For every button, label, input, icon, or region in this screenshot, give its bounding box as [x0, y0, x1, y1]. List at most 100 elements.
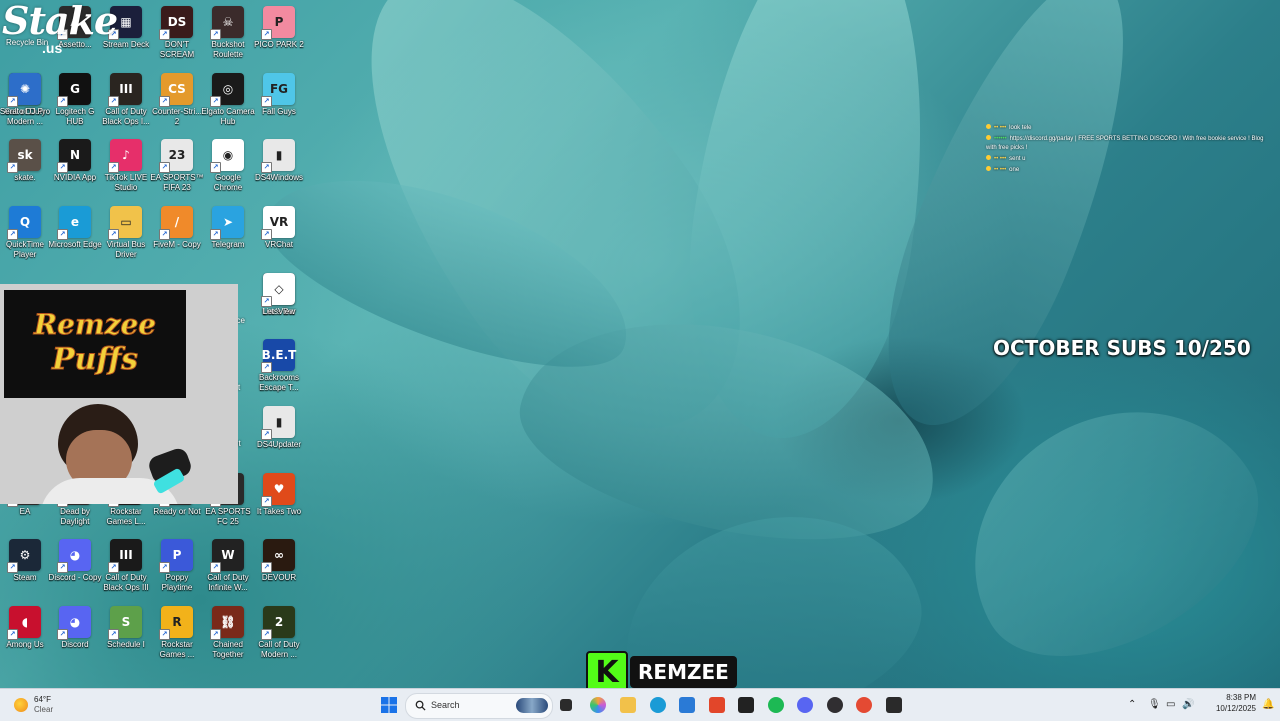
desktop-icon-call-of-duty-modern[interactable]: 2↗Call of Duty Modern ... — [254, 600, 304, 666]
desktop-icon-don-t-scream[interactable]: DS ↗ DON'T SCREAM — [152, 0, 202, 66]
chat-username: •• ••• — [994, 125, 1007, 131]
taskbar-search-box[interactable]: Search — [405, 693, 553, 719]
epic-games-icon[interactable] — [885, 697, 902, 713]
shortcut-arrow-icon: ↗ — [7, 629, 18, 640]
desktop-icon-backrooms-escape-t[interactable]: B.E.T ↗ Backrooms Escape T... — [254, 333, 304, 399]
task-view-icon[interactable] — [560, 699, 572, 711]
banner-line-2: Puffs — [51, 342, 139, 378]
desktop-icon-label: DON'T SCREAM — [159, 40, 195, 59]
clock[interactable]: 8:38 PM 10/12/2025 — [1200, 692, 1256, 714]
network-icon[interactable]: ▭ — [1166, 699, 1175, 710]
store-icon[interactable] — [679, 697, 695, 713]
weather-icon — [14, 698, 28, 712]
desktop-icon-label: EA — [19, 507, 31, 516]
clock-time: 8:38 PM — [1226, 693, 1256, 702]
copilot-icon[interactable] — [590, 697, 606, 713]
search-placeholder: Search — [431, 700, 460, 710]
chat-badge-icon — [986, 155, 991, 160]
desktop-icon-label: Call of Duty Black Ops III — [103, 573, 149, 592]
microphone-tray-icon[interactable]: 🎙 — [1148, 699, 1161, 710]
desktop-icon-schedule-i[interactable]: S ↗ Schedule I — [101, 600, 151, 666]
desktop-icon-quicktime-player[interactable]: Q ↗ QuickTime Player — [0, 200, 50, 266]
desktop-icon-tiktok-live-studio[interactable]: ♪ ↗ TikTok LIVE Studio — [101, 133, 151, 199]
desktop-icon-microsoft-edge[interactable]: e ↗ Microsoft Edge — [48, 200, 102, 266]
desktop-icon-counter-stri-2[interactable]: CS ↗ Counter-Stri... 2 — [152, 67, 202, 133]
desktop-icon-telegram[interactable]: ➤ ↗ Telegram — [203, 200, 253, 266]
desktop-icon-label: DEVOUR — [261, 573, 297, 582]
desktop-icon-ds4updater[interactable]: ▮ ↗ DS4Updater — [254, 400, 304, 466]
desktop-icon-pico-park-2[interactable]: P ↗ PICO PARK 2 — [254, 0, 304, 66]
desktop-icon-label: Virtual Bus Driver — [106, 240, 146, 259]
desktop-icon-buckshot-roulette[interactable]: ☠ ↗ Buckshot Roulette — [203, 0, 253, 66]
weather-widget[interactable]: 64°F Clear — [10, 692, 70, 718]
desktop-icon-poppy-playtime[interactable]: P ↗ Poppy Playtime — [152, 533, 202, 599]
app-icon: S ↗ — [108, 606, 142, 640]
spotify-icon[interactable] — [767, 697, 784, 713]
file-explorer-icon[interactable] — [620, 697, 636, 713]
recycle-bin-label[interactable]: Recycle Bin — [6, 38, 48, 47]
desktop-icon-label: LetsView — [262, 307, 296, 316]
desktop-icon-chained-together[interactable]: ⛓ ↗ Chained Together — [203, 600, 253, 666]
chat-text: https://discord.gg/parlay | FREE SPORTS … — [986, 136, 1264, 151]
desktop-icon-virtual-bus-driver[interactable]: ▭ ↗ Virtual Bus Driver — [101, 200, 151, 266]
desktop-icon-ds4windows[interactable]: ▮ ↗ DS4Windows — [254, 133, 304, 199]
desktop-icon-it-takes-two[interactable]: ♥ ↗ It Takes Two — [254, 467, 304, 533]
desktop-icon-logitech-g-hub[interactable]: G ↗ Logitech G HUB — [50, 67, 100, 133]
app-icon: ◕ ↗ — [57, 606, 91, 640]
subs-goal-text: OCTOBER SUBS 10/250 — [993, 336, 1251, 360]
shortcut-arrow-icon: ↗ — [108, 229, 119, 240]
shortcut-arrow-icon: ↗ — [7, 96, 18, 107]
desktop-icon-label: Call of Duty Black Ops I... — [102, 107, 150, 126]
brave-icon[interactable] — [708, 697, 725, 713]
desktop-icon-label: It Takes Two — [256, 507, 302, 516]
desktop-icon-fall-guys[interactable]: FG ↗ Fall Guys — [254, 67, 304, 133]
shortcut-arrow-icon: ↗ — [159, 29, 170, 40]
desktop-icon-serato-dj-pro[interactable]: ✺ ↗ Serato DJ Pro — [0, 67, 50, 133]
app-icon: FG ↗ — [261, 73, 295, 107]
desktop-icon-vrchat[interactable]: VR ↗ VRChat — [254, 200, 304, 266]
chatgpt-icon[interactable] — [738, 697, 754, 713]
desktop-icon-call-of-duty-black-ops-iii[interactable]: III ↗ Call of Duty Black Ops III — [101, 533, 151, 599]
desktop-icon-label: Microsoft Edge — [48, 240, 102, 249]
desktop-icon-label: EA SPORTS FC 25 — [205, 507, 251, 526]
stake-wordmark: Stake — [2, 0, 118, 43]
app-icon: P ↗ — [159, 539, 193, 573]
chrome-icon[interactable] — [856, 697, 872, 713]
desktop-icon-call-of-duty-infinite-w[interactable]: W ↗ Call of Duty Infinite W... — [203, 533, 253, 599]
chevron-up-icon[interactable]: ⌃ — [1128, 699, 1136, 710]
desktop-icon-call-of-duty-black-ops-i[interactable]: III ↗ Call of Duty Black Ops I... — [101, 67, 151, 133]
shortcut-arrow-icon: ↗ — [108, 629, 119, 640]
desktop-icon-among-us[interactable]: ◖ ↗ Among Us — [0, 600, 50, 666]
desktop-icon-discord[interactable]: ◕ ↗ Discord — [50, 600, 100, 666]
volume-icon[interactable]: 🔊 — [1182, 699, 1194, 710]
shortcut-arrow-icon: ↗ — [57, 629, 68, 640]
kick-logo-icon: K — [586, 651, 628, 688]
shortcut-arrow-icon: ↗ — [210, 162, 221, 173]
desktop-icon-skate[interactable]: sk ↗ skate. — [0, 133, 50, 199]
desktop-icon-steam[interactable]: ⚙ ↗ Steam — [0, 533, 50, 599]
notifications-icon[interactable]: 🔔 — [1262, 699, 1274, 710]
shortcut-arrow-icon: ↗ — [261, 362, 272, 373]
system-tray: ⌃ 🎙 ▭ 🔊 8:38 PM 10/12/2025 🔔 — [1120, 689, 1280, 721]
desktop-icon-discord-copy[interactable]: ◕ ↗ Discord - Copy — [49, 533, 101, 599]
start-button[interactable] — [381, 697, 397, 713]
desktop-icon-label: Counter-Stri... 2 — [152, 107, 202, 126]
obs-icon[interactable] — [826, 697, 843, 713]
desktop-icon-nvidia-app[interactable]: N ↗ NVIDIA App — [50, 133, 100, 199]
desktop-icon-devour[interactable]: ∞ ↗ DEVOUR — [254, 533, 304, 599]
chat-overlay: •• ••• look tele •••••• https://discord.gg/… — [986, 124, 1266, 177]
desktop-icon-elgato-camera-hub[interactable]: ◎ ↗ Elgato Camera Hub — [201, 67, 255, 133]
edge-icon[interactable] — [649, 697, 666, 713]
webcam-overlay: Remzee Puffs — [0, 284, 238, 504]
app-icon: CS ↗ — [159, 73, 193, 107]
discord-icon[interactable] — [797, 697, 813, 713]
desktop-icon-ea-sports-fifa-23[interactable]: 23 ↗ EA SPORTS™ FIFA 23 — [150, 133, 204, 199]
desktop-icon-fivem-copy[interactable]: / ↗ FiveM - Copy — [152, 200, 202, 266]
desktop-icon-google-chrome[interactable]: ◉ ↗ Google Chrome — [203, 133, 253, 199]
desktop-icon-rockstar-games[interactable]: R ↗ Rockstar Games ... — [152, 600, 202, 666]
app-icon: 2↗ — [261, 606, 295, 640]
desktop-icon-letsview[interactable]: ◇ ↗ LetsView — [254, 267, 304, 333]
desktop-icon-label: Telegram — [211, 240, 245, 249]
kick-channel-name: REMZEE — [630, 656, 737, 688]
app-icon: ☠ ↗ — [210, 6, 244, 40]
